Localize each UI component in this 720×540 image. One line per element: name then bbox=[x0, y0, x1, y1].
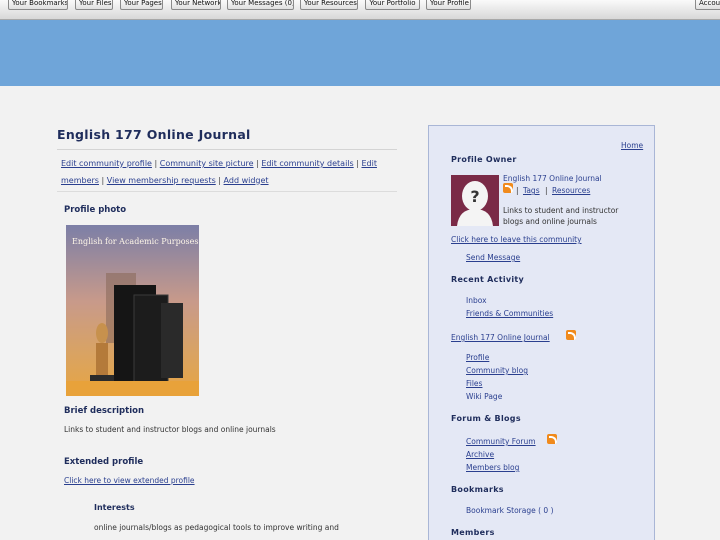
your-files-button[interactable]: Your Files bbox=[75, 0, 113, 10]
interests-heading: Interests bbox=[94, 503, 135, 512]
leave-community-link[interactable]: Click here to leave this community bbox=[451, 235, 582, 244]
title-divider bbox=[57, 149, 397, 150]
page-title: English 177 Online Journal bbox=[57, 127, 251, 142]
forum-blogs-heading: Forum & Blogs bbox=[451, 414, 521, 423]
journal-community-link[interactable]: English 177 Online Journal bbox=[451, 333, 550, 342]
separator: | bbox=[545, 186, 548, 195]
view-extended-profile-link[interactable]: Click here to view extended profile bbox=[64, 476, 195, 485]
profile-owner-heading: Profile Owner bbox=[451, 155, 517, 164]
profile-link[interactable]: Profile bbox=[466, 353, 489, 362]
rss-feed-icon[interactable] bbox=[503, 183, 513, 193]
edit-community-details-link[interactable]: Edit community details bbox=[261, 159, 353, 168]
recent-activity-heading: Recent Activity bbox=[451, 275, 525, 284]
your-pages-button[interactable]: Your Pages bbox=[120, 0, 163, 10]
brief-description-text: Links to student and instructor blogs an… bbox=[64, 425, 276, 434]
your-portfolio-button[interactable]: Your Portfolio bbox=[365, 0, 420, 10]
community-site-picture-link[interactable]: Community site picture bbox=[160, 159, 254, 168]
bookmarks-heading: Bookmarks bbox=[451, 485, 504, 494]
account-button[interactable]: Account bbox=[695, 0, 720, 10]
links-divider bbox=[57, 191, 397, 192]
wiki-page-link[interactable]: Wiki Page bbox=[466, 392, 502, 401]
community-blog-link[interactable]: Community blog bbox=[466, 366, 528, 375]
your-messages-button[interactable]: Your Messages (0) bbox=[227, 0, 294, 10]
rss-feed-icon[interactable] bbox=[547, 434, 557, 444]
header-banner bbox=[0, 20, 720, 86]
owner-resources-link[interactable]: Resources bbox=[552, 186, 590, 195]
edit-community-profile-link[interactable]: Edit community profile bbox=[61, 159, 152, 168]
friends-communities-link[interactable]: Friends & Communities bbox=[466, 309, 553, 318]
book-cover-title: English for Academic Purposes bbox=[72, 237, 198, 246]
brief-description-heading: Brief description bbox=[64, 406, 145, 416]
separator: | bbox=[516, 186, 519, 195]
owner-tags-link[interactable]: Tags bbox=[523, 186, 540, 195]
svg-text:?: ? bbox=[470, 187, 479, 206]
community-forum-link[interactable]: Community Forum bbox=[466, 437, 536, 446]
your-bookmarks-button[interactable]: Your Bookmarks bbox=[8, 0, 68, 10]
sidebar: Home Profile Owner ? English 177 Online … bbox=[428, 125, 655, 540]
your-profile-button[interactable]: Your Profile bbox=[426, 0, 471, 10]
send-message-link[interactable]: Send Message bbox=[466, 253, 520, 262]
add-widget-link[interactable]: Add widget bbox=[224, 176, 269, 185]
files-link[interactable]: Files bbox=[466, 379, 482, 388]
view-membership-requests-link[interactable]: View membership requests bbox=[107, 176, 216, 185]
owner-name-link[interactable]: English 177 Online Journal bbox=[503, 174, 602, 183]
members-blog-link[interactable]: Members blog bbox=[466, 463, 519, 472]
owner-description: Links to student and instructor blogs an… bbox=[503, 206, 619, 226]
your-resources-button[interactable]: Your Resources bbox=[300, 0, 358, 10]
archive-link[interactable]: Archive bbox=[466, 450, 494, 459]
home-link[interactable]: Home bbox=[621, 141, 643, 150]
top-toolbar: Your Bookmarks Your Files Your Pages You… bbox=[0, 0, 720, 20]
interests-text: online journals/blogs as pedagogical too… bbox=[94, 523, 339, 532]
owner-links: Edit community profile | Community site … bbox=[61, 156, 397, 189]
book-cover-image: English for Academic Purposes bbox=[66, 225, 199, 396]
inbox-link[interactable]: Inbox bbox=[466, 296, 487, 305]
your-network-button[interactable]: Your Network bbox=[171, 0, 221, 10]
bookmark-storage-link[interactable]: Bookmark Storage ( 0 ) bbox=[466, 506, 554, 515]
profile-photo-heading: Profile photo bbox=[64, 205, 127, 215]
default-avatar-question-icon[interactable]: ? bbox=[451, 175, 499, 226]
members-heading: Members bbox=[451, 528, 495, 537]
extended-profile-heading: Extended profile bbox=[64, 457, 144, 467]
rss-feed-icon[interactable] bbox=[566, 330, 576, 340]
profile-photo: English for Academic Purposes bbox=[66, 225, 199, 396]
